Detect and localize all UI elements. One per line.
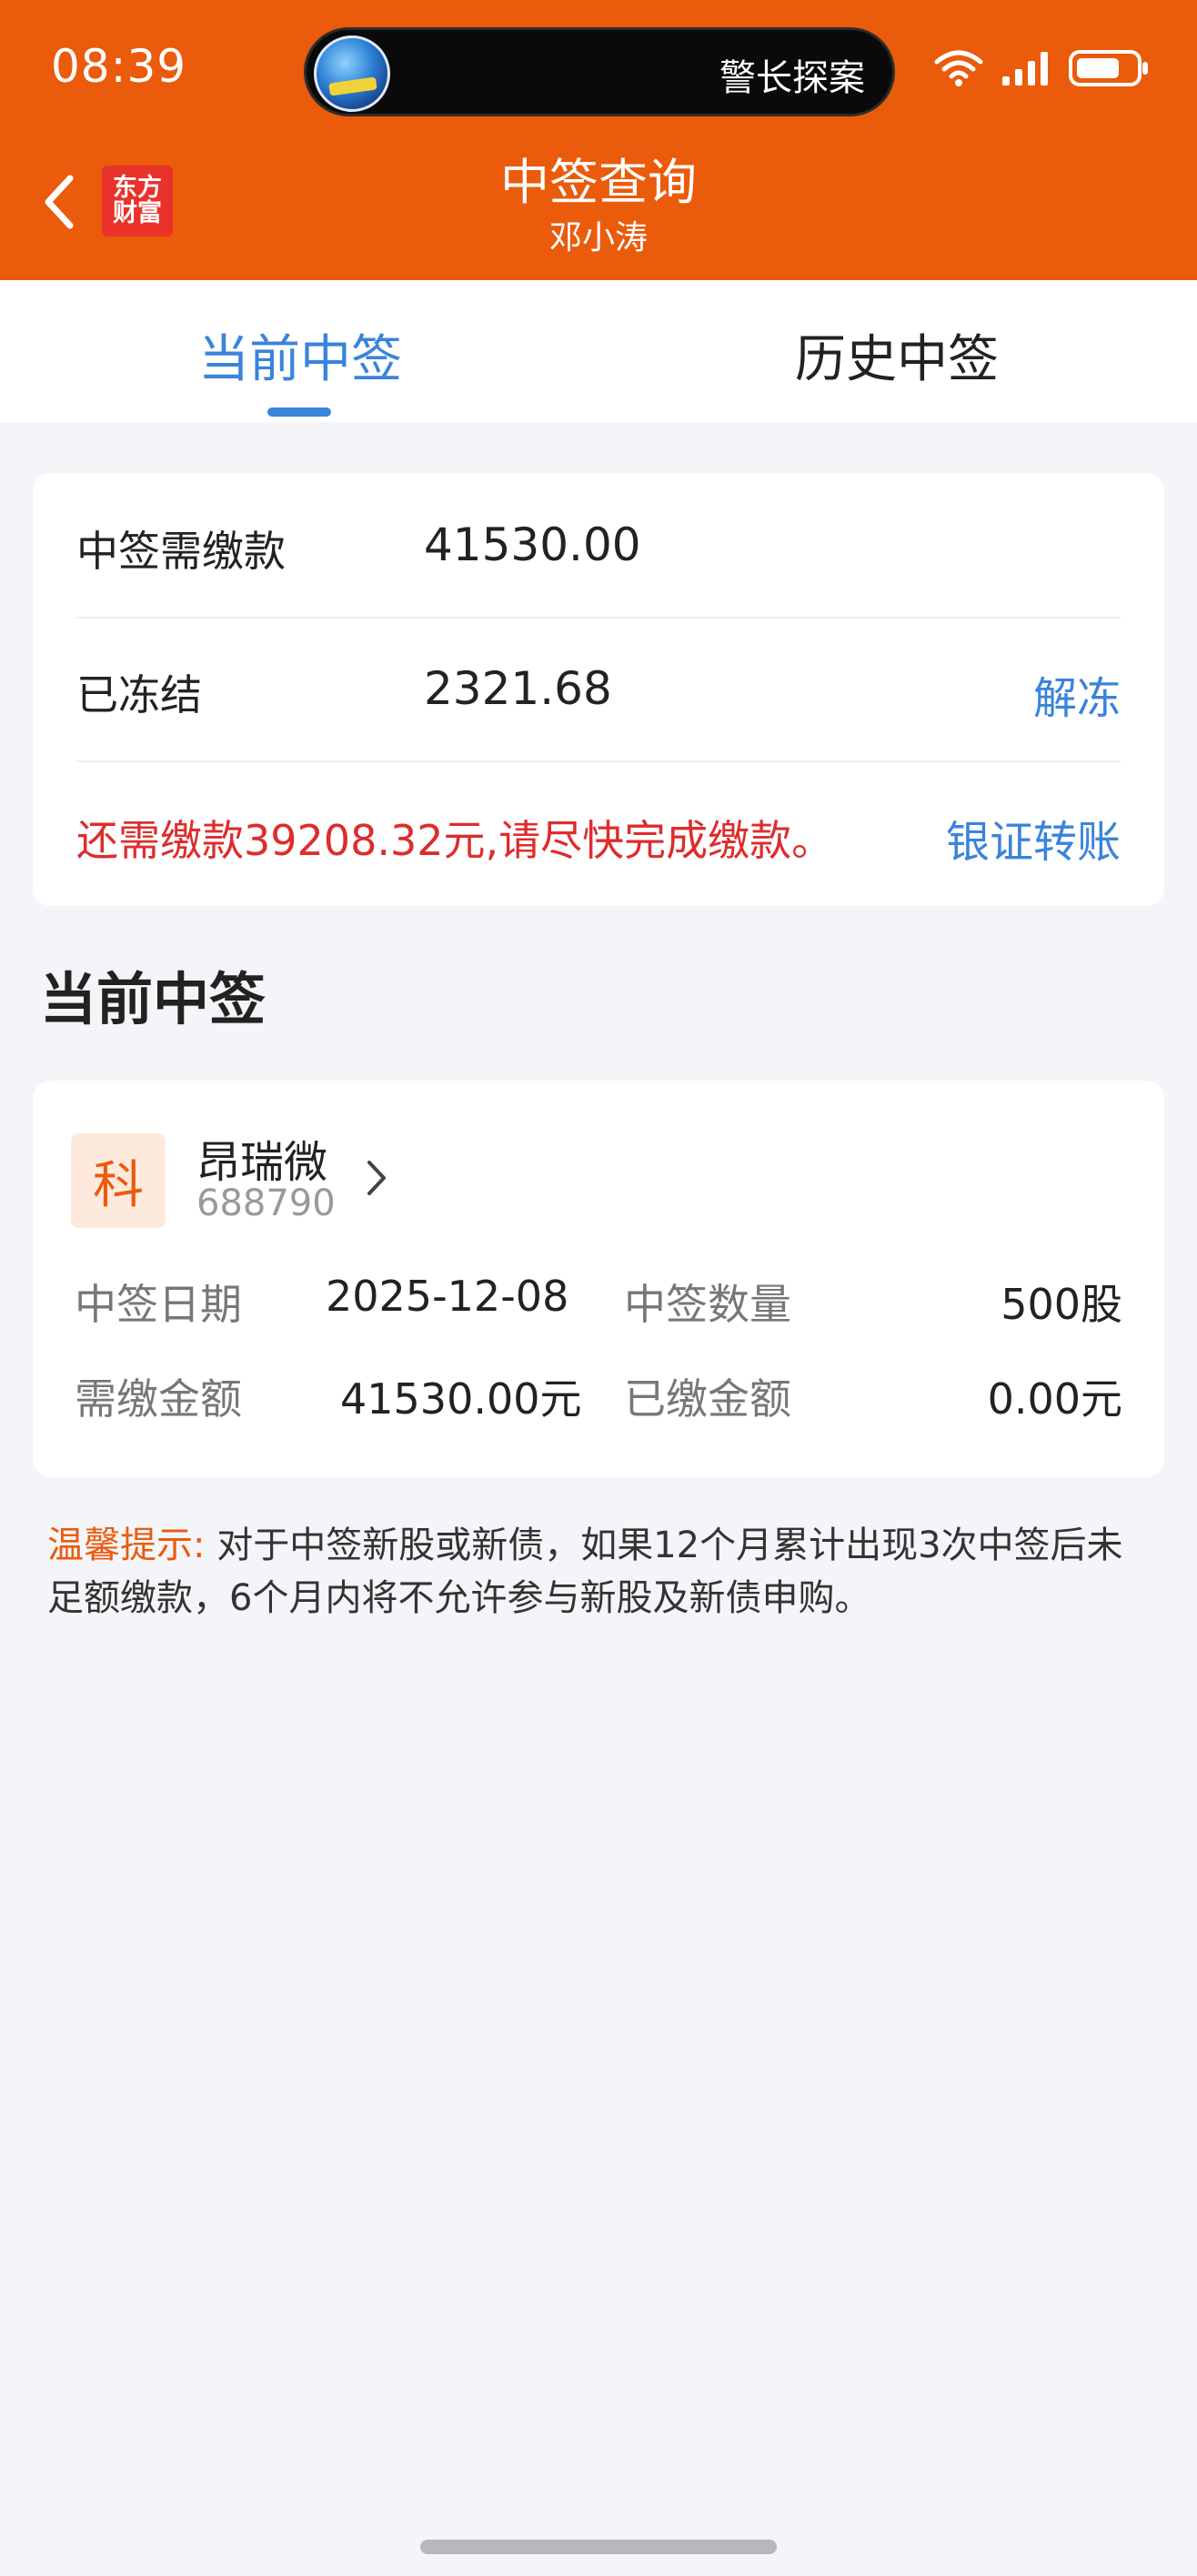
tab-current-wins[interactable]: 当前中签	[198, 318, 402, 391]
remaining-row: 还需缴款39208.32元,请尽快完成缴款。 银证转账	[76, 760, 1121, 904]
wifi-icon	[934, 50, 983, 86]
tab-history-wins[interactable]: 历史中签	[795, 318, 999, 391]
battery-icon	[1069, 50, 1148, 86]
due-amount-label: 需缴金额	[75, 1374, 242, 1424]
payable-label: 中签需缴款	[76, 527, 286, 576]
signal-icon	[1002, 52, 1048, 86]
frozen-row: 已冻结 2321.68 解冻	[76, 617, 1121, 760]
frozen-label: 已冻结	[76, 670, 202, 719]
paid-amount-value: 0.00元	[987, 1374, 1122, 1424]
tab-bar: 当前中签 历史中签	[0, 280, 1197, 422]
win-date-value: 2025-12-08	[326, 1272, 569, 1321]
active-tab-indicator	[267, 408, 331, 417]
status-time: 08:39	[51, 40, 187, 93]
due-amount-value: 41530.00元	[340, 1374, 582, 1424]
stock-code: 688790	[196, 1182, 336, 1224]
dynamic-island[interactable]: 警长探案	[304, 27, 895, 116]
stock-name[interactable]: 昂瑞微	[196, 1126, 327, 1190]
star-market-badge: 科	[71, 1133, 166, 1228]
payable-row: 中签需缴款 41530.00	[76, 473, 1121, 617]
page-title: 中签查询	[500, 154, 697, 211]
section-title: 当前中签	[40, 966, 267, 1032]
home-indicator[interactable]	[420, 2540, 777, 2554]
remaining-payment-warning: 还需缴款39208.32元,请尽快完成缴款。	[76, 816, 834, 865]
paid-amount-label: 已缴金额	[624, 1374, 791, 1424]
app-header: 08:39 警长探案 东方 财富 中签查询 邓小涛	[0, 0, 1197, 280]
win-quantity-label: 中签数量	[624, 1280, 791, 1329]
island-text: 警长探案	[719, 57, 865, 99]
status-icons	[933, 47, 1150, 89]
tip-label: 温馨提示:	[47, 1524, 206, 1566]
payable-value: 41530.00	[424, 518, 641, 571]
warm-tip: 温馨提示: 对于中签新股或新债，如果12个月累计出现3次中签后未足额缴款，6个月…	[47, 1519, 1157, 1625]
win-quantity-value: 500股	[1001, 1280, 1122, 1329]
page-subtitle: 邓小涛	[548, 219, 648, 257]
frozen-value: 2321.68	[424, 662, 612, 715]
payment-summary-card: 中签需缴款 41530.00 已冻结 2321.68 解冻 还需缴款39208.…	[33, 473, 1164, 906]
unfreeze-link[interactable]: 解冻	[1033, 662, 1121, 726]
tip-text: 对于中签新股或新债，如果12个月累计出现3次中签后未足额缴款，6个月内将不允许参…	[47, 1524, 1123, 1619]
win-date-label: 中签日期	[75, 1280, 242, 1329]
bank-transfer-link[interactable]: 银证转账	[946, 806, 1121, 870]
stock-win-card[interactable]: 科 昂瑞微 688790 中签日期 2025-12-08 中签数量 500股 需…	[33, 1081, 1164, 1477]
chevron-right-icon[interactable]	[358, 1155, 395, 1201]
media-avatar-icon	[314, 35, 390, 112]
